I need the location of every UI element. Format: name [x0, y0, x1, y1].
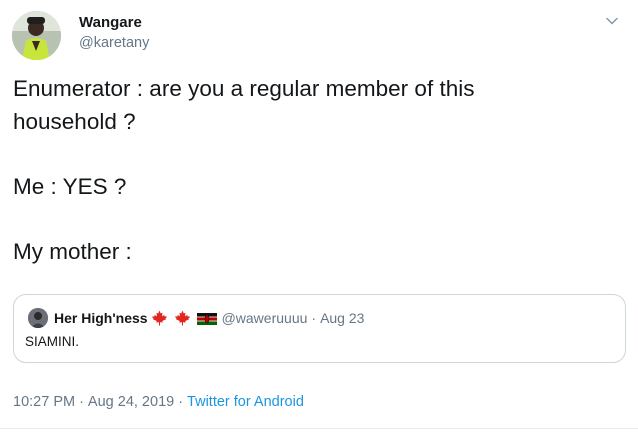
author-name[interactable]: Wangare	[79, 14, 142, 31]
quoted-tweet-text: SIAMINI.	[25, 334, 80, 349]
separator-dot: ·	[311, 310, 317, 326]
maple-leaf-icon	[174, 310, 191, 326]
quoted-author-handle[interactable]: @waweruuuu	[222, 310, 308, 326]
quoted-tweet-date[interactable]: Aug 23	[320, 310, 364, 326]
tweet-card: Wangare @karetany Enumerator : are you a…	[0, 0, 638, 438]
tweet-date[interactable]: Aug 24, 2019	[88, 394, 174, 410]
author-handle[interactable]: @karetany	[79, 35, 149, 51]
maple-leaf-icon	[151, 310, 168, 326]
tweet-text-line: household ?	[13, 109, 136, 134]
tweet-text-line: Me : YES ?	[13, 174, 127, 199]
separator-dot: ·	[79, 394, 84, 410]
quoted-tweet[interactable]: Her High'ness @waweruuuu · Aug 23 SIAMIN…	[13, 294, 626, 363]
tweet-text: Enumerator : are you a regular member of…	[13, 72, 613, 268]
kenya-flag-icon	[196, 312, 217, 325]
profile-photo-icon	[12, 11, 61, 60]
tweet-text-line: My mother :	[13, 239, 132, 264]
divider	[0, 428, 638, 429]
quoted-author-name[interactable]: Her High'ness	[54, 310, 148, 326]
chevron-down-icon[interactable]	[604, 13, 620, 29]
tweet-text-line: Enumerator : are you a regular member of…	[13, 76, 475, 101]
tweet-time[interactable]: 10:27 PM	[13, 394, 75, 410]
tweet-source-link[interactable]: Twitter for Android	[187, 394, 304, 410]
quoted-tweet-header: Her High'ness @waweruuuu · Aug 23	[54, 308, 364, 328]
quoted-author-avatar[interactable]	[28, 308, 48, 328]
author-avatar[interactable]	[12, 11, 61, 60]
tweet-metadata: 10:27 PM · Aug 24, 2019 · Twitter for Androi…	[13, 394, 304, 410]
separator-dot: ·	[178, 394, 184, 410]
profile-photo-icon	[28, 308, 48, 328]
